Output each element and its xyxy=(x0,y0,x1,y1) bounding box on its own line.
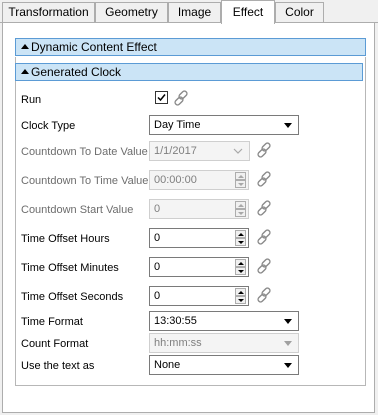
chain-link-icon[interactable] xyxy=(255,228,273,246)
tab-color[interactable]: Color xyxy=(275,2,324,22)
spin-up-icon[interactable] xyxy=(235,201,246,209)
spin-up-icon[interactable] xyxy=(235,172,246,180)
time-offset-minutes-value: 0 xyxy=(154,261,161,273)
time-offset-hours-spinner[interactable]: 0 xyxy=(149,228,249,248)
group-header-label: Generated Clock xyxy=(31,65,122,79)
spin-up-icon[interactable] xyxy=(235,259,246,267)
time-format-label: Time Format xyxy=(21,316,83,328)
clock-type-dropdown[interactable]: Day Time xyxy=(149,115,299,135)
count-format-value: hh:mm:ss xyxy=(154,337,202,349)
spin-down-icon[interactable] xyxy=(235,180,246,188)
use-text-as-value: None xyxy=(154,359,181,371)
spin-buttons[interactable] xyxy=(235,259,246,275)
count-format-label: Count Format xyxy=(21,338,89,350)
use-text-as-label: Use the text as xyxy=(21,360,95,372)
time-offset-seconds-spinner[interactable]: 0 xyxy=(149,286,249,306)
spin-buttons[interactable] xyxy=(235,288,246,304)
dynamic-content-effect-header[interactable]: Dynamic Content Effect xyxy=(15,38,366,56)
time-offset-hours-value: 0 xyxy=(154,232,161,244)
count-format-dropdown[interactable]: hh:mm:ss xyxy=(149,333,299,353)
spin-buttons[interactable] xyxy=(235,172,246,188)
countdown-start-label: Countdown Start Value xyxy=(21,204,134,216)
spin-down-icon[interactable] xyxy=(235,209,246,217)
spin-buttons[interactable] xyxy=(235,230,246,246)
tab-geometry[interactable]: Geometry xyxy=(95,2,168,22)
chevron-down-icon xyxy=(284,341,292,346)
countdown-time-label: Countdown To Time Value xyxy=(21,175,149,187)
run-label: Run xyxy=(21,94,42,106)
use-text-as-dropdown[interactable]: None xyxy=(149,355,299,375)
spin-down-icon[interactable] xyxy=(235,238,246,246)
chevron-down-icon xyxy=(284,363,292,368)
chain-link-icon[interactable] xyxy=(255,170,273,188)
chevron-down-icon xyxy=(233,148,243,154)
countdown-time-spinner[interactable]: 00:00:00 xyxy=(149,170,249,190)
countdown-date-picker[interactable]: 1/1/2017 xyxy=(149,141,250,161)
tab-effect[interactable]: Effect xyxy=(221,0,275,24)
time-offset-seconds-label: Time Offset Seconds xyxy=(21,291,124,303)
chain-link-icon[interactable] xyxy=(255,286,273,304)
spin-up-icon[interactable] xyxy=(235,288,246,296)
countdown-date-value: 1/1/2017 xyxy=(154,145,197,157)
collapse-triangle-icon xyxy=(21,44,29,49)
chain-link-icon[interactable] xyxy=(255,141,273,159)
chain-link-icon[interactable] xyxy=(172,89,190,107)
spin-down-icon[interactable] xyxy=(235,267,246,275)
chain-link-icon[interactable] xyxy=(255,257,273,275)
checkmark-icon xyxy=(157,94,166,102)
time-format-value: 13:30:55 xyxy=(154,315,197,327)
time-format-dropdown[interactable]: 13:30:55 xyxy=(149,311,299,331)
spin-buttons[interactable] xyxy=(235,201,246,217)
countdown-time-value: 00:00:00 xyxy=(154,174,197,186)
countdown-start-spinner[interactable]: 0 xyxy=(149,199,249,219)
time-offset-minutes-label: Time Offset Minutes xyxy=(21,262,119,274)
generated-clock-header[interactable]: Generated Clock xyxy=(15,63,363,81)
chevron-down-icon xyxy=(284,123,292,128)
time-offset-seconds-value: 0 xyxy=(154,290,161,302)
run-checkbox[interactable] xyxy=(155,91,168,104)
time-offset-minutes-spinner[interactable]: 0 xyxy=(149,257,249,277)
chain-link-icon[interactable] xyxy=(255,199,273,217)
chevron-down-icon xyxy=(284,319,292,324)
collapse-triangle-icon xyxy=(21,69,29,74)
clock-type-value: Day Time xyxy=(154,119,201,131)
countdown-start-value: 0 xyxy=(154,203,161,215)
tab-image[interactable]: Image xyxy=(168,2,221,22)
spin-up-icon[interactable] xyxy=(235,230,246,238)
countdown-date-label: Countdown To Date Value xyxy=(21,146,148,158)
tab-transformation[interactable]: Transformation xyxy=(2,2,95,22)
tab-bar: Transformation Geometry Image Effect Col… xyxy=(0,0,378,24)
time-offset-hours-label: Time Offset Hours xyxy=(21,233,110,245)
spin-down-icon[interactable] xyxy=(235,296,246,304)
clock-type-label: Clock Type xyxy=(21,120,76,132)
group-header-label: Dynamic Content Effect xyxy=(31,40,157,54)
